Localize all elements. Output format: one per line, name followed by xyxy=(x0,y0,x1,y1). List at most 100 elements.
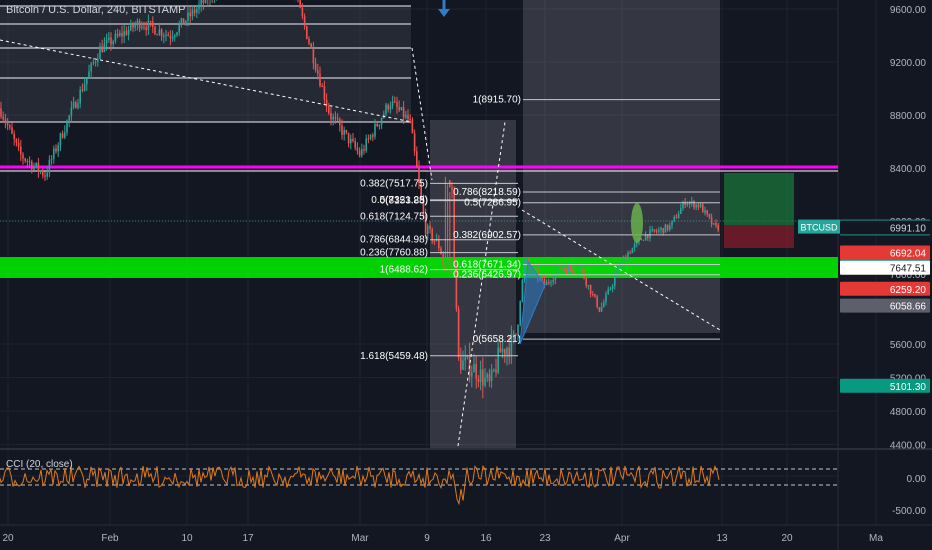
candle-body xyxy=(145,27,147,31)
candle-body xyxy=(15,139,18,143)
candle-body xyxy=(114,33,117,42)
candle-body xyxy=(627,252,629,259)
candle-body xyxy=(563,269,565,271)
candle-body xyxy=(323,86,326,100)
shade-column-1 xyxy=(430,120,516,448)
candle-body xyxy=(534,268,537,270)
candle-body xyxy=(680,208,682,214)
price-label-text: 6058.66 xyxy=(890,302,927,313)
candle-body xyxy=(633,243,636,249)
candle-body xyxy=(356,147,359,151)
candle-body xyxy=(363,149,365,151)
candle-body xyxy=(321,86,323,88)
candle-body xyxy=(61,133,64,138)
fib-label: 0.236(6426.97) xyxy=(453,270,521,281)
candle-body xyxy=(64,132,66,138)
candle-body xyxy=(372,135,374,137)
candle-body xyxy=(479,369,482,382)
candle-body xyxy=(471,372,473,377)
price-label-text: 6692.04 xyxy=(890,249,927,260)
candle-body xyxy=(429,225,431,230)
candle-body xyxy=(658,229,660,232)
candle-body xyxy=(620,262,623,270)
price-chart[interactable]: 0(8153.88)0.236(7760.88)0.382(7517.75)0.… xyxy=(0,0,932,550)
candle-body xyxy=(156,34,158,36)
candle-body xyxy=(110,37,112,45)
candle-body xyxy=(68,115,70,121)
candle-body xyxy=(319,73,321,87)
candle-body xyxy=(477,378,480,382)
candle-body xyxy=(431,229,433,241)
price-label-text: 7647.51 xyxy=(890,264,927,275)
price-label-text: 5101.30 xyxy=(890,382,927,393)
candle-body xyxy=(717,225,719,231)
candle-body xyxy=(600,306,603,312)
candle-body xyxy=(347,132,350,144)
candle-body xyxy=(90,63,92,72)
candle-body xyxy=(651,229,653,231)
candle-body xyxy=(101,46,103,52)
candle-body xyxy=(484,377,486,386)
candle-body xyxy=(702,204,704,213)
candle-body xyxy=(136,20,139,26)
candle-body xyxy=(385,104,387,114)
fib-label: 0(5658.21) xyxy=(473,334,521,345)
fib-label: 1(6488.62) xyxy=(380,265,428,276)
candle-body xyxy=(4,119,7,123)
candle-body xyxy=(548,282,550,284)
candle-body xyxy=(713,223,715,225)
candle-body xyxy=(20,146,22,155)
candle-body xyxy=(374,123,376,137)
candle-body xyxy=(2,116,4,120)
candle-body xyxy=(473,364,475,373)
candle-body xyxy=(121,32,123,37)
candle-body xyxy=(587,285,590,287)
candle-body xyxy=(66,120,68,133)
candle-body xyxy=(35,162,37,166)
candle-body xyxy=(42,170,44,176)
candle-body xyxy=(301,7,304,17)
y-tick-label: 9200.00 xyxy=(890,58,927,69)
candle-body xyxy=(187,12,189,21)
candle-body xyxy=(83,84,86,91)
candle-body xyxy=(26,160,29,162)
candle-body xyxy=(693,201,695,208)
candle-body xyxy=(341,125,343,135)
candle-body xyxy=(116,33,119,36)
candle-body xyxy=(75,102,77,109)
x-tick-label: 23 xyxy=(539,533,551,544)
candle-body xyxy=(398,107,400,110)
candle-body xyxy=(70,107,73,116)
symbol-tag: BTCUSD xyxy=(800,223,838,233)
candle-body xyxy=(409,119,411,121)
candle-body xyxy=(556,268,559,274)
candle-body xyxy=(314,63,317,71)
candle-body xyxy=(640,238,642,241)
candle-body xyxy=(158,29,161,35)
candle-body xyxy=(706,210,708,215)
candle-body xyxy=(442,254,444,264)
candle-body xyxy=(103,43,106,52)
candle-body xyxy=(358,150,361,156)
candle-body xyxy=(334,117,337,119)
price-label: 5101.30 xyxy=(840,378,930,393)
candle-body xyxy=(330,112,332,120)
candle-body xyxy=(521,279,524,302)
candle-body xyxy=(631,248,634,254)
candle-body xyxy=(508,347,510,356)
candle-body xyxy=(589,285,592,294)
candle-body xyxy=(596,296,598,308)
candle-body xyxy=(552,279,554,283)
candle-body xyxy=(622,257,625,263)
candle-body xyxy=(460,357,462,370)
x-tick-label: 10 xyxy=(181,533,193,544)
candle-body xyxy=(559,268,561,270)
candle-body xyxy=(31,161,33,170)
candle-body xyxy=(185,20,187,25)
candle-body xyxy=(605,294,607,303)
candle-body xyxy=(376,123,378,127)
x-tick-label: 20 xyxy=(781,533,793,544)
candle-body xyxy=(488,374,491,381)
candle-body xyxy=(48,159,51,173)
candle-body xyxy=(92,62,95,64)
